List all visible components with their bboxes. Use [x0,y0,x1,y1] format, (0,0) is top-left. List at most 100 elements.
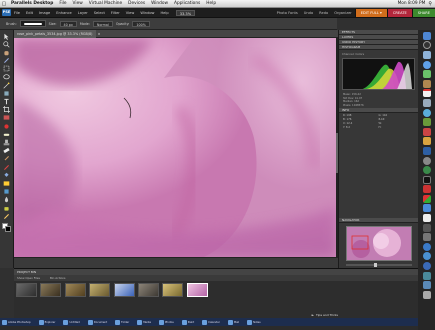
image-canvas[interactable] [14,38,336,257]
thumbnail[interactable] [89,283,111,297]
text-icon[interactable] [2,98,12,105]
pse-menu-enhance[interactable]: Enhance [53,11,75,15]
world-icon[interactable] [422,252,431,261]
garageband-icon[interactable] [422,137,431,146]
globe-icon[interactable] [422,242,431,251]
menu-view[interactable]: View [70,1,86,6]
taskbar-item[interactable]: Notes [245,319,263,325]
thumbnail-selected[interactable] [186,283,208,297]
mode-select[interactable]: Normal [92,20,113,27]
navigator-thumbnail[interactable] [346,226,412,261]
pse-menu-edit[interactable]: Edit [23,11,36,15]
pse-menu-image[interactable]: Image [36,11,53,15]
preview-icon[interactable] [422,98,431,107]
system-preferences-icon[interactable] [422,156,431,165]
clone-stamp-icon[interactable] [2,139,12,146]
time-machine-icon[interactable] [422,166,431,175]
windows-vm-icon[interactable] [422,194,431,203]
recompose-icon[interactable] [2,114,12,121]
move-tool-icon[interactable] [2,33,12,40]
documents-icon[interactable] [422,281,431,290]
itunes-icon[interactable] [422,108,431,117]
menu-app-name[interactable]: Parallels Desktop [8,1,56,6]
tab-share[interactable]: SHARE [411,8,435,17]
menu-help[interactable]: Help [203,1,219,6]
size-field[interactable]: 40 px [59,20,77,27]
pse-menu-file[interactable]: File [11,11,23,15]
show-open-files-select[interactable]: Show Open Files [17,275,50,281]
gradient-icon[interactable] [2,180,12,187]
navigator-zoom-slider[interactable] [346,263,412,267]
pse-menu-layer[interactable]: Layer [75,11,91,15]
marquee-icon[interactable] [2,65,12,72]
taskbar-item[interactable]: Adobe Photoshop [0,319,33,325]
thumbnail[interactable] [16,283,37,297]
taskbar-item[interactable]: Calendar [200,319,222,325]
pse-menu-help[interactable]: Help [157,11,171,15]
zoom-tool-icon[interactable] [2,41,12,48]
photo-fonts-button[interactable]: Photo Fonts [274,11,301,15]
tab-create[interactable]: CREATE [386,8,412,17]
menu-virtual-machine[interactable]: Virtual Machine [86,1,125,6]
pse-menu-select[interactable]: Select [91,11,108,15]
undo-button[interactable]: Undo [301,11,316,15]
pse-menu-filter[interactable]: Filter [108,11,123,15]
document-tab[interactable]: rose_pink_petals_3534.jpg @ 33.3% (RGB/8… [14,29,96,38]
close-tab-icon[interactable]: × [97,32,102,36]
menu-applications[interactable]: Applications [171,1,203,6]
thumbnail[interactable] [137,283,159,297]
iphoto-icon[interactable] [422,118,431,127]
sponge-icon[interactable] [2,205,12,212]
ichat-icon[interactable] [422,70,431,79]
terminal-icon[interactable] [422,175,431,184]
spotlight-icon[interactable]: ⚲ [428,1,432,7]
brush-preset-picker[interactable] [19,20,46,27]
thumbnail[interactable] [162,283,184,297]
parallels-icon[interactable] [422,185,431,194]
hand-tool-icon[interactable] [2,49,12,56]
panel-header-navigator[interactable]: NAVIGATOR [339,218,418,223]
finder-icon[interactable] [422,31,431,40]
eraser-icon[interactable] [2,147,12,154]
taskbar-item[interactable]: Media [135,319,153,325]
taskbar-item[interactable]: Photos [157,319,176,325]
trash-icon[interactable] [422,290,431,299]
healing-brush-icon[interactable] [2,131,12,138]
menu-devices[interactable]: Devices [125,1,148,6]
taskbar-item[interactable]: Explorer [37,319,58,325]
dashboard-icon[interactable] [422,41,431,50]
zoom-field[interactable]: 33.3% [175,9,196,16]
bin-actions-menu[interactable]: Bin Actions [50,275,76,281]
menubar-clock[interactable]: Mon 8:09 PM [395,1,429,6]
lasso-icon[interactable] [2,73,12,81]
mail-icon[interactable] [422,50,431,59]
taskbar-item[interactable]: Mail [226,319,241,325]
background-color-swatch[interactable] [5,226,11,233]
pse-menu-window[interactable]: Window [137,11,157,15]
taskbar-item[interactable]: Paint [180,319,196,325]
ical-icon[interactable] [422,89,431,98]
thumbnail[interactable] [113,283,135,297]
red-eye-icon[interactable] [2,123,12,130]
blur-icon[interactable] [2,196,12,203]
crop-icon[interactable] [2,106,12,114]
pse-menu-view[interactable]: View [123,11,138,15]
brush-icon[interactable] [2,155,12,162]
address-book-icon[interactable] [422,79,431,88]
selection-brush-icon[interactable] [2,90,12,97]
thumbnail[interactable] [40,283,62,297]
smart-brush-icon[interactable] [2,164,12,171]
taskbar-item[interactable]: Folder [113,319,131,325]
redo-button[interactable]: Redo [316,11,331,15]
thumbnail[interactable] [64,283,86,297]
textedit-icon[interactable] [422,214,431,223]
organizer-button[interactable]: Organizer [331,11,355,15]
tab-edit-full[interactable]: EDIT FULL ▾ [354,8,387,17]
calculator-icon[interactable] [422,223,431,232]
opacity-field[interactable]: 100% [132,20,150,27]
histogram-channel-select[interactable]: Channel: Colors [339,52,418,56]
downloads-icon[interactable] [422,271,431,280]
taskbar-item[interactable]: Document [86,319,109,325]
paint-bucket-icon[interactable] [2,172,12,179]
taskbar-item[interactable]: Untitled [61,319,81,325]
